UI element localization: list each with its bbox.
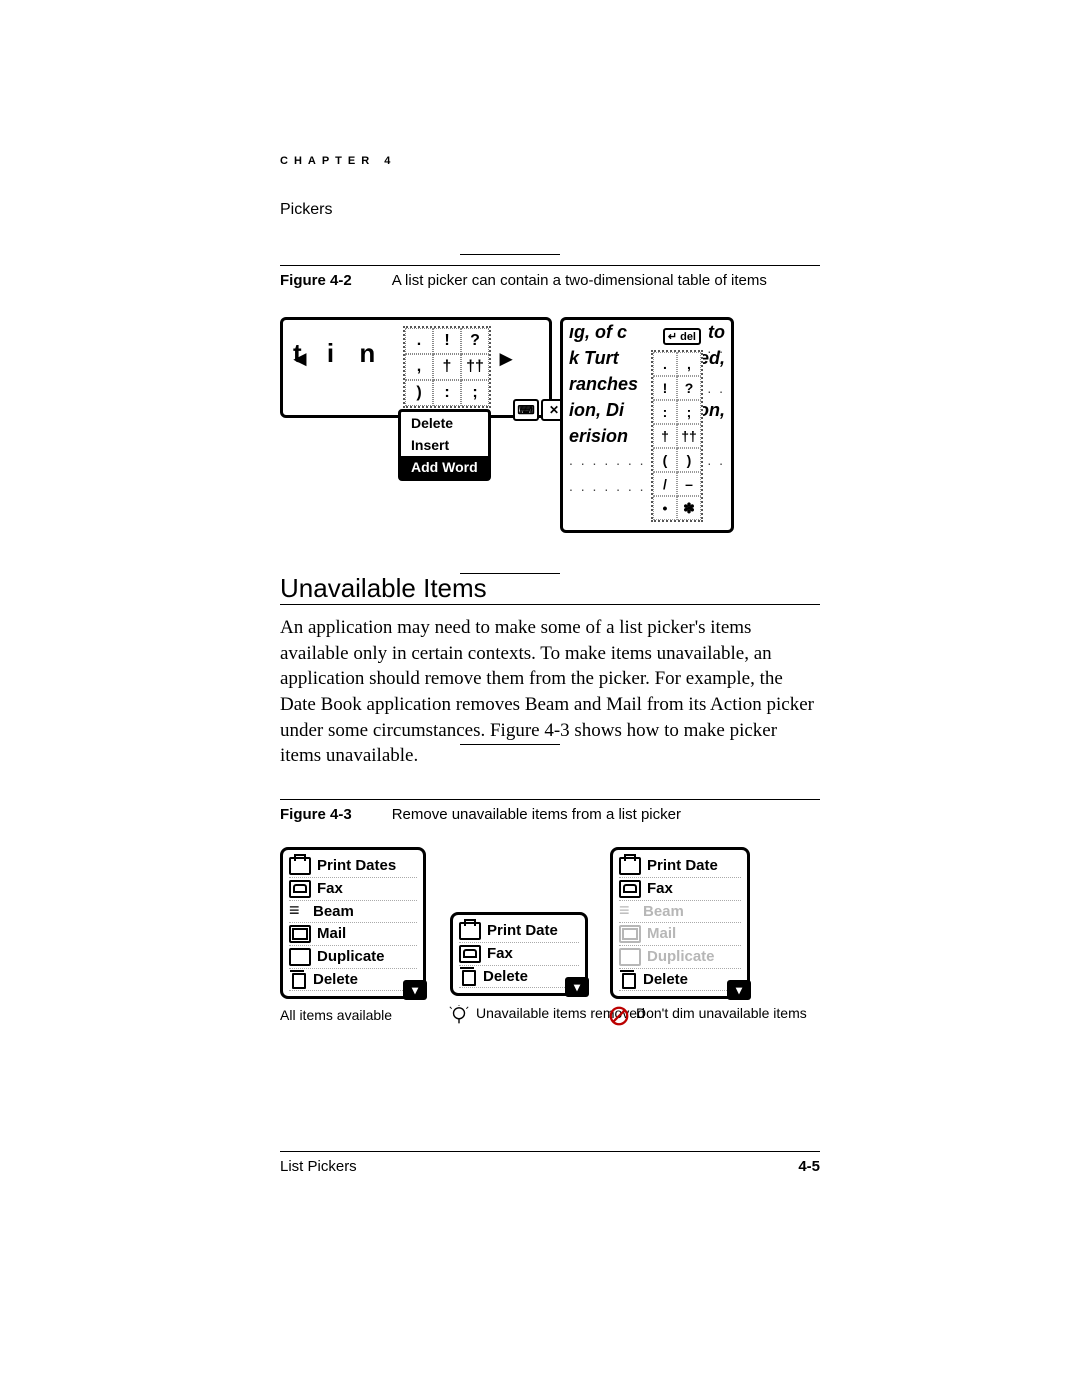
rule	[460, 254, 560, 255]
rule	[280, 265, 820, 266]
picker-dimmed-items[interactable]: Print Date Fax Beam Mail Duplicate Delet…	[610, 847, 750, 999]
beam-icon	[289, 904, 307, 918]
trash-icon	[459, 968, 477, 984]
body-paragraph: An application may need to make some of …	[280, 615, 820, 769]
duplicate-icon	[619, 948, 641, 966]
annotation: All items available	[280, 1007, 392, 1024]
rule	[460, 573, 560, 574]
figure-4-2: ◄ t i n .!? ,††† ):; ► ⌨ ✕ Delete Insert…	[280, 317, 820, 533]
picker-all-items[interactable]: Print Dates Fax Beam Mail Duplicate Dele…	[280, 847, 426, 999]
printer-icon	[459, 922, 481, 940]
page-number: 4-5	[798, 1158, 820, 1175]
fax-icon	[619, 880, 641, 898]
page-footer: List Pickers 4-5	[280, 1151, 820, 1175]
action-menu[interactable]: Delete Insert Add Word	[398, 409, 491, 481]
punctuation-grid[interactable]: ., !? :; ††† () /– •✽	[651, 350, 703, 522]
figure-label: Figure 4-3	[280, 806, 352, 823]
mail-icon	[289, 925, 311, 943]
trash-icon	[289, 971, 307, 987]
mail-icon	[619, 925, 641, 943]
checkbox-icon[interactable]: ▾	[403, 980, 427, 1000]
chapter-mark: CHAPTER 4	[280, 155, 820, 167]
running-head: Pickers	[280, 201, 820, 219]
left-picker-panel: ◄ t i n .!? ,††† ):; ► ⌨ ✕	[280, 317, 552, 418]
right-picker-panel: ıg, of c k Turt ranches ion, Di erision …	[560, 317, 734, 533]
character-grid[interactable]: .!? ,††† ):;	[403, 326, 491, 408]
footer-section: List Pickers	[280, 1158, 357, 1175]
typed-text: t i n	[293, 338, 384, 369]
rule	[280, 604, 820, 605]
delete-key[interactable]: ↵ del	[663, 328, 701, 345]
figure-caption: A list picker can contain a two-dimensio…	[392, 272, 767, 289]
menu-item-add-word[interactable]: Add Word	[401, 456, 488, 478]
menu-item-insert[interactable]: Insert	[401, 434, 488, 456]
duplicate-icon	[289, 948, 311, 966]
right-arrow-icon[interactable]: ►	[495, 346, 517, 372]
prohibit-icon	[608, 1005, 630, 1027]
menu-item-delete[interactable]: Delete	[401, 412, 488, 434]
return-icon: ↵	[668, 331, 677, 343]
fax-icon	[289, 880, 311, 898]
beam-icon	[619, 904, 637, 918]
trash-icon	[619, 971, 637, 987]
fax-icon	[459, 945, 481, 963]
lightbulb-icon	[448, 1005, 470, 1027]
annotation: Don't dim unavailable items	[608, 1005, 807, 1027]
section-heading: Unavailable Items	[280, 573, 820, 604]
figure-caption: Remove unavailable items from a list pic…	[392, 806, 681, 823]
printer-icon	[289, 857, 311, 875]
keyboard-icon[interactable]: ⌨	[513, 399, 539, 421]
printer-icon	[619, 857, 641, 875]
rule	[460, 744, 560, 745]
figure-4-3: Print Dates Fax Beam Mail Duplicate Dele…	[280, 847, 820, 1057]
rule	[280, 799, 820, 800]
figure-label: Figure 4-2	[280, 272, 352, 289]
checkbox-icon[interactable]: ▾	[727, 980, 751, 1000]
picker-removed-items[interactable]: Print Date Fax Delete ▾	[450, 912, 588, 996]
checkbox-icon[interactable]: ▾	[565, 977, 589, 997]
